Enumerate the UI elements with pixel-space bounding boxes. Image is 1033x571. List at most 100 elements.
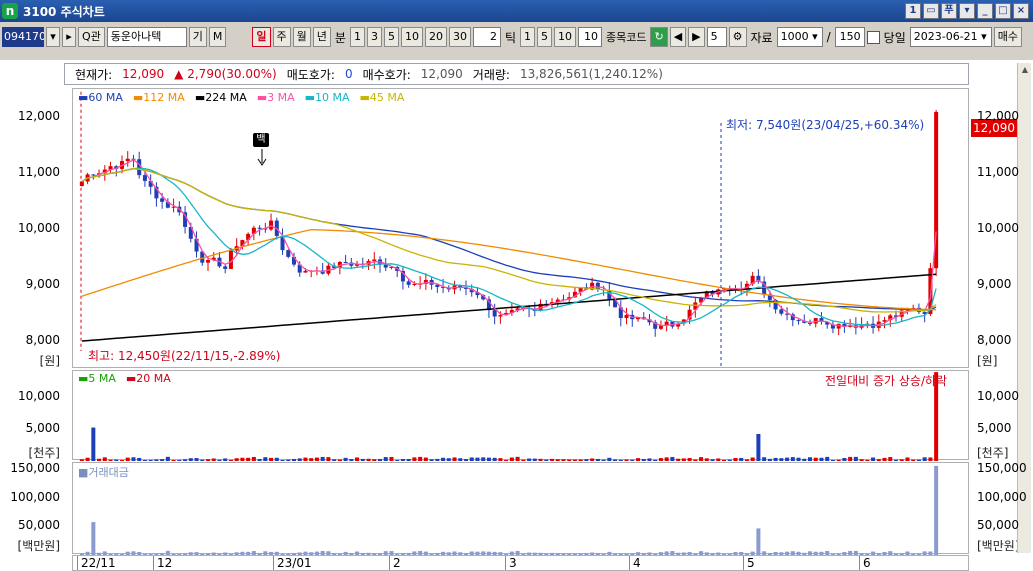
- window-number-button[interactable]: 1: [905, 3, 921, 19]
- minute-20-button[interactable]: 20: [424, 27, 447, 47]
- amount-axis-tick-right: 150,000: [977, 460, 1027, 475]
- play-icon[interactable]: ▸: [62, 27, 76, 47]
- volume-bar: [211, 458, 216, 461]
- stock-name-field[interactable]: 동운아나텍: [106, 27, 187, 47]
- date-select[interactable]: 2023-06-21 ▾: [909, 27, 992, 47]
- tick-value-input[interactable]: 2: [472, 27, 501, 47]
- bid-label: 매수호가:: [362, 67, 411, 82]
- volume-bar: [859, 459, 864, 461]
- volume-axis-tick-right: 10,000: [977, 388, 1019, 403]
- volume-bar: [228, 459, 233, 461]
- display-count-input[interactable]: 150: [834, 27, 865, 47]
- volume-bar: [687, 458, 692, 461]
- close-button[interactable]: ×: [1013, 3, 1029, 19]
- volume-bar: [498, 458, 503, 461]
- volume-bar: [280, 459, 285, 461]
- volume-legend-item: ▬5 MA: [78, 372, 116, 385]
- volume-bar: [412, 457, 417, 461]
- scroll-up-arrow-icon[interactable]: ▲: [1018, 63, 1032, 77]
- volume-bar: [119, 459, 125, 461]
- window-pin-button[interactable]: 푸: [941, 3, 957, 19]
- volume-bar: [314, 457, 319, 461]
- refresh-icon[interactable]: ↻: [650, 27, 668, 47]
- volume-bar: [246, 457, 251, 461]
- window-menu-button[interactable]: ▾: [959, 3, 975, 19]
- volume-bar: [446, 458, 451, 461]
- tick-10-button[interactable]: 10: [554, 27, 576, 47]
- candle-body: [406, 281, 411, 285]
- minute-30-button[interactable]: 30: [448, 27, 471, 47]
- x-axis-tick: 6: [859, 556, 871, 570]
- volume-bar: [853, 456, 858, 461]
- minute-5-button[interactable]: 5: [383, 27, 399, 47]
- candle-body: [223, 266, 228, 269]
- candle-body: [624, 314, 629, 319]
- volume-bar: [676, 458, 681, 461]
- tick-custom-input[interactable]: 10: [578, 27, 602, 47]
- down-arrow-icon: [257, 149, 267, 166]
- tick-1-button[interactable]: 1: [520, 27, 535, 47]
- bid-value: 12,090: [420, 67, 463, 81]
- volume-bar: [463, 459, 469, 461]
- volume-bar: [418, 456, 423, 461]
- vertical-scrollbar[interactable]: ▲: [1017, 63, 1031, 553]
- window-tile-button[interactable]: ▭: [923, 3, 939, 19]
- volume-bar: [888, 457, 893, 461]
- price-change: ▲ 2,790(30.00%): [174, 67, 277, 81]
- price-axis-tick-right: 9,000: [977, 277, 1012, 291]
- volume-bar: [435, 458, 440, 461]
- period-month-button[interactable]: 월: [292, 27, 311, 47]
- stock-code-label: 종목코드: [606, 31, 647, 44]
- volume-bar: [807, 457, 813, 461]
- volume-bar: [641, 458, 646, 461]
- minute-3-button[interactable]: 3: [366, 27, 382, 47]
- volume-bar: [406, 459, 411, 461]
- prev-arrow-icon[interactable]: ◀: [669, 27, 687, 47]
- amount-legend-swatch: ■: [78, 466, 89, 479]
- volume-bar: [131, 457, 136, 461]
- volume-bar: [532, 458, 537, 461]
- data-count-select[interactable]: 1000 ▾: [776, 27, 823, 47]
- volume-bar: [819, 457, 824, 461]
- next-arrow-icon[interactable]: ▶: [688, 27, 705, 47]
- volume-bar: [785, 457, 790, 461]
- minimize-button[interactable]: _: [977, 3, 993, 19]
- volume-bar: [762, 457, 767, 461]
- today-checkbox[interactable]: [866, 30, 880, 44]
- period-week-button[interactable]: 주: [272, 27, 291, 47]
- volume-bar: [607, 457, 612, 461]
- volume-bar: [257, 459, 262, 461]
- amount-panel[interactable]: [72, 462, 969, 555]
- volume-bar: [441, 457, 446, 461]
- price-legend: ▬60 MA ▬112 MA ▬224 MA ▬3 MA ▬10 MA ▬45 MA: [78, 91, 404, 104]
- m-button[interactable]: M: [208, 27, 227, 47]
- code-dropdown-icon[interactable]: ▾: [46, 27, 60, 47]
- amount-legend-label: 거래대금: [88, 466, 129, 479]
- settings-gear-icon[interactable]: ⚙: [728, 27, 747, 47]
- volume-bar: [486, 457, 491, 461]
- x-axis-tick: 4: [629, 556, 641, 570]
- volume-bar: [750, 457, 755, 461]
- period-day-button[interactable]: 일: [252, 27, 271, 47]
- volume-bar: [205, 459, 211, 461]
- volume-bar: [572, 459, 577, 461]
- period-year-button[interactable]: 년: [312, 27, 331, 47]
- step-input[interactable]: 5: [706, 27, 727, 47]
- volume-bar: [291, 458, 297, 461]
- stock-code-input[interactable]: 094170: [2, 27, 44, 47]
- toolbar: 094170 ▾ ▸ Q관 동운아나텍 기 M 일 주 월 년 분 1 3 5 …: [0, 24, 1033, 50]
- search-button[interactable]: Q관: [78, 27, 105, 47]
- amount-bar: [756, 528, 761, 555]
- volume-bar: [624, 459, 629, 461]
- volume-bar: [240, 457, 245, 461]
- gi-button[interactable]: 기: [188, 27, 207, 47]
- title-bar: n 3100 주식차트 1 ▭ 푸 ▾ _ □ ×: [0, 0, 1033, 22]
- volume-bar: [142, 460, 147, 461]
- maximize-button[interactable]: □: [995, 3, 1011, 19]
- tick-5-button[interactable]: 5: [537, 27, 552, 47]
- volume-bar: [555, 459, 560, 461]
- volume-unit-left: [천주]: [28, 446, 60, 460]
- minute-1-button[interactable]: 1: [349, 27, 365, 47]
- buy-button[interactable]: 매수: [993, 27, 1022, 47]
- minute-10-button[interactable]: 10: [400, 27, 423, 47]
